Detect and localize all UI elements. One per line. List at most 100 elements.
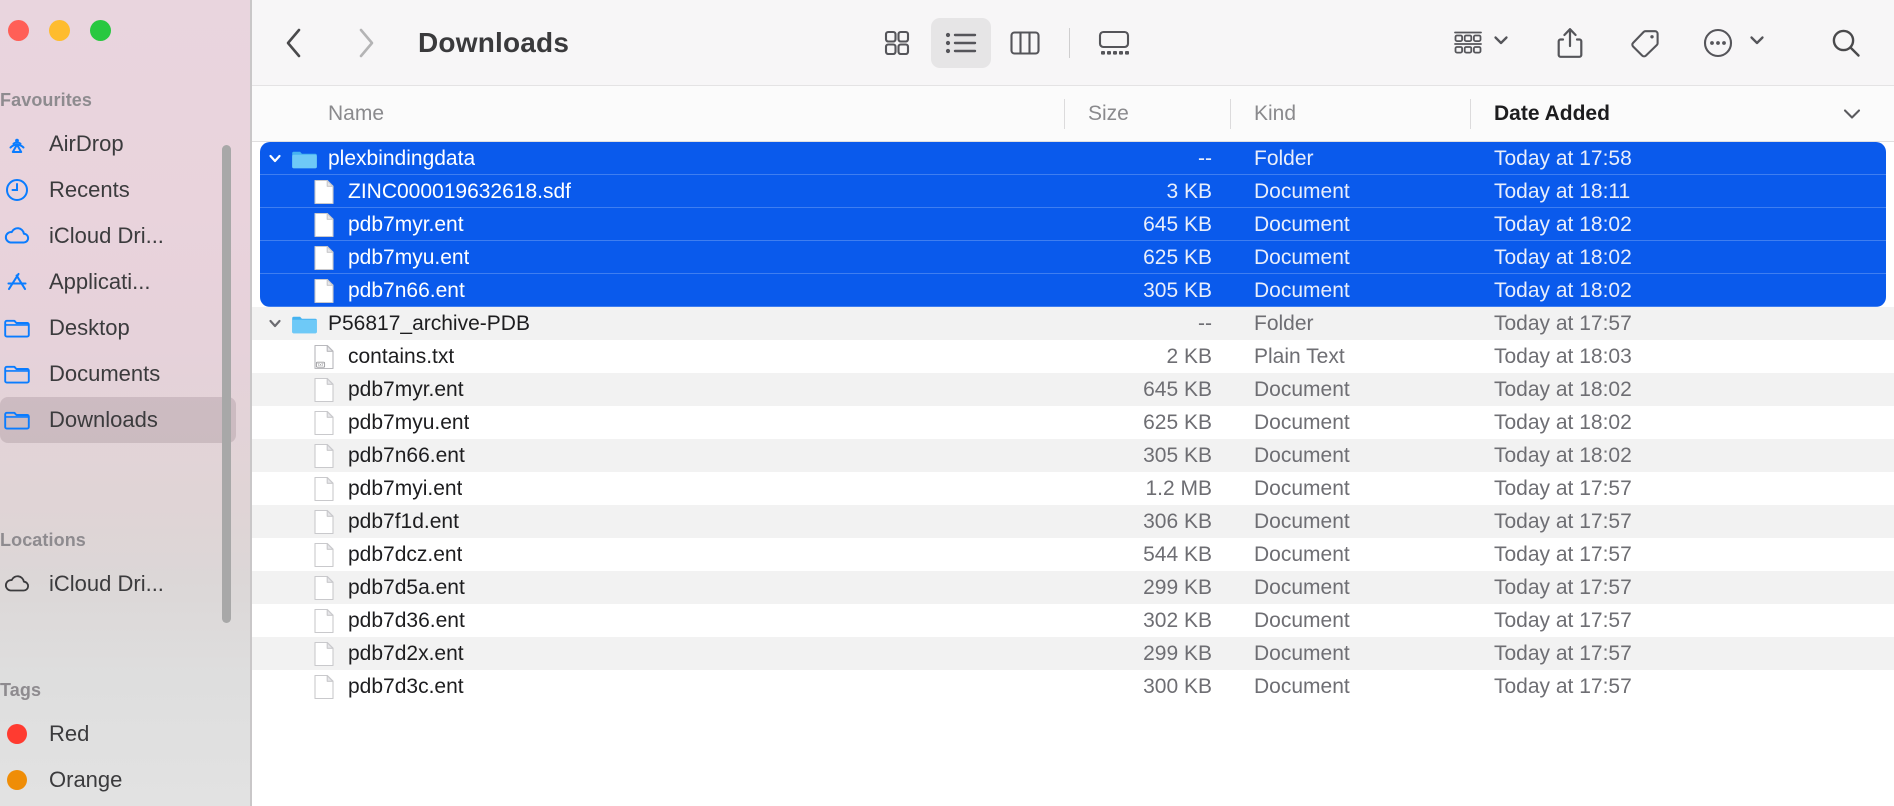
file-kind-cell: Document [1254, 377, 1350, 401]
file-name-cell: pdb7d3c.ent [252, 674, 1064, 700]
sidebar-item-label: Documents [49, 361, 161, 386]
table-row[interactable]: pdb7n66.ent 305 KB Document Today at 18:02 [252, 274, 1894, 307]
sidebar-item-downloads[interactable]: Downloads [0, 397, 236, 443]
minimize-button[interactable] [49, 20, 70, 41]
search-button[interactable] [1820, 17, 1872, 69]
file-name-cell: pdb7myr.ent [252, 212, 1064, 238]
table-row[interactable]: pdb7myr.ent 645 KB Document Today at 18:02 [252, 373, 1894, 406]
file-name-label: P56817_archive-PDB [328, 311, 530, 335]
file-size-cell: 544 KB [1143, 542, 1212, 566]
column-header-kind[interactable]: Kind [1230, 86, 1470, 142]
table-row[interactable]: plexbindingdata -- Folder Today at 17:58 [252, 142, 1894, 175]
share-button[interactable] [1544, 17, 1596, 69]
close-button[interactable] [8, 20, 29, 41]
disclosure-chevron-down-icon[interactable] [260, 149, 290, 169]
forward-button[interactable] [342, 19, 390, 67]
file-size-cell: 305 KB [1143, 278, 1212, 302]
tag-button[interactable] [1618, 17, 1670, 69]
back-button[interactable] [270, 19, 318, 67]
file-date-added-cell: Today at 17:57 [1494, 608, 1632, 632]
file-kind-cell: Document [1254, 641, 1350, 665]
column-header-name[interactable]: Name [252, 86, 1064, 142]
sidebar-item-tag-orange[interactable]: Orange [0, 757, 236, 803]
file-name-label: pdb7myr.ent [348, 212, 464, 236]
column-divider[interactable] [1470, 98, 1471, 129]
sort-chevron-down-icon[interactable] [1840, 104, 1864, 130]
sidebar-section-tags: Tags Red Orange [0, 680, 252, 803]
document-file-icon [310, 674, 338, 700]
sidebar-item-desktop[interactable]: Desktop [0, 305, 236, 351]
group-by-button[interactable] [1442, 17, 1494, 69]
file-name-cell: P56817_archive-PDB [252, 312, 1064, 336]
table-row[interactable]: pdb7n66.ent 305 KB Document Today at 18:02 [252, 439, 1894, 472]
table-row[interactable]: pdb7d3c.ent 300 KB Document Today at 17:57 [252, 670, 1894, 703]
sidebar-item-icloud-drive-location[interactable]: iCloud Dri... [0, 561, 236, 607]
table-row[interactable]: pdb7dcz.ent 544 KB Document Today at 17:57 [252, 538, 1894, 571]
sidebar-section-favourites: Favourites AirDrop Recents iCloud Dri... [0, 90, 252, 443]
maximize-button[interactable] [90, 20, 111, 41]
file-kind-cell: Document [1254, 443, 1350, 467]
text-file-icon: TXT [310, 344, 338, 370]
tag-dot-icon [0, 719, 34, 749]
more-button[interactable] [1692, 17, 1744, 69]
column-headers: Name Size Kind Date Added [252, 86, 1894, 142]
more-chevron-down-icon[interactable] [1746, 29, 1768, 56]
sidebar-item-applications[interactable]: Applicati... [0, 259, 236, 305]
file-size-cell: 1.2 MB [1145, 476, 1212, 500]
sidebar-item-airdrop[interactable]: AirDrop [0, 121, 236, 167]
column-divider[interactable] [1230, 98, 1231, 129]
file-name-cell: pdb7dcz.ent [252, 542, 1064, 568]
folder-icon [290, 148, 318, 170]
sidebar-item-recents[interactable]: Recents [0, 167, 236, 213]
file-name-cell: pdb7d2x.ent [252, 641, 1064, 667]
file-date-added-cell: Today at 17:57 [1494, 311, 1632, 335]
file-size-cell: 3 KB [1166, 179, 1212, 203]
sidebar-item-tag-red[interactable]: Red [0, 711, 236, 757]
sidebar-item-label: iCloud Dri... [49, 223, 164, 248]
column-header-size[interactable]: Size [1064, 86, 1230, 142]
file-name-label: pdb7d3c.ent [348, 674, 464, 698]
table-row[interactable]: pdb7d5a.ent 299 KB Document Today at 17:57 [252, 571, 1894, 604]
file-kind-cell: Document [1254, 212, 1350, 236]
file-name-label: pdb7d2x.ent [348, 641, 464, 665]
table-row[interactable]: pdb7myr.ent 645 KB Document Today at 18:02 [252, 208, 1894, 241]
file-date-added-cell: Today at 18:02 [1494, 410, 1632, 434]
file-size-cell: 302 KB [1143, 608, 1212, 632]
file-size-cell: 2 KB [1166, 344, 1212, 368]
column-view-button[interactable] [995, 18, 1055, 68]
gallery-view-button[interactable] [1084, 18, 1144, 68]
table-row[interactable]: pdb7myu.ent 625 KB Document Today at 18:02 [252, 241, 1894, 274]
table-row[interactable]: P56817_archive-PDB -- Folder Today at 17:57 [252, 307, 1894, 340]
icon-view-button[interactable] [867, 18, 927, 68]
sidebar-scrollbar[interactable] [222, 145, 231, 623]
group-by-chevron-down-icon[interactable] [1490, 29, 1512, 56]
disclosure-chevron-down-icon[interactable] [260, 314, 290, 334]
sidebar-item-icloud-drive[interactable]: iCloud Dri... [0, 213, 236, 259]
file-date-added-cell: Today at 17:57 [1494, 674, 1632, 698]
table-row[interactable]: pdb7d36.ent 302 KB Document Today at 17:57 [252, 604, 1894, 637]
airdrop-icon [0, 129, 34, 159]
table-row[interactable]: TXT contains.txt 2 KB Plain Text Today at 18… [252, 340, 1894, 373]
file-name-cell: pdb7d5a.ent [252, 575, 1064, 601]
column-divider[interactable] [1064, 98, 1065, 129]
file-date-added-cell: Today at 17:57 [1494, 509, 1632, 533]
sidebar-item-documents[interactable]: Documents [0, 351, 236, 397]
sidebar-item-label: Red [49, 721, 90, 746]
column-header-name-label: Name [328, 101, 385, 125]
table-row[interactable]: ZINC000019632618.sdf 3 KB Document Today at… [252, 175, 1894, 208]
sidebar-item-label: Downloads [49, 407, 158, 432]
file-kind-cell: Document [1254, 278, 1350, 302]
sidebar-item-label: Orange [49, 767, 123, 792]
table-row[interactable]: pdb7myu.ent 625 KB Document Today at 18:02 [252, 406, 1894, 439]
table-row[interactable]: pdb7myi.ent 1.2 MB Document Today at 17:57 [252, 472, 1894, 505]
table-row[interactable]: pdb7d2x.ent 299 KB Document Today at 17:57 [252, 637, 1894, 670]
column-header-date-added[interactable]: Date Added [1470, 86, 1894, 142]
file-name-label: pdb7myu.ent [348, 410, 470, 434]
table-row[interactable]: pdb7f1d.ent 306 KB Document Today at 17:57 [252, 505, 1894, 538]
list-view-button[interactable] [931, 17, 992, 68]
file-date-added-cell: Today at 17:58 [1494, 146, 1632, 170]
file-list[interactable]: plexbindingdata -- Folder Today at 17:58 ZIN… [252, 142, 1894, 806]
file-size-cell: 306 KB [1143, 509, 1212, 533]
toolbar: Downloads [252, 0, 1894, 86]
document-file-icon [310, 245, 338, 271]
